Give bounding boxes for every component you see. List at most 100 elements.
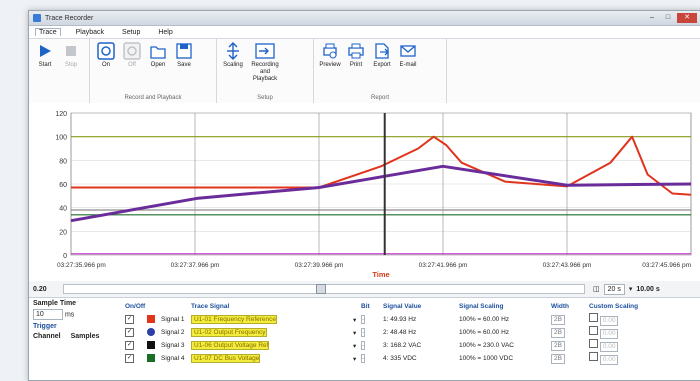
- x-tick-label: 03:27:37.966 pm: [171, 262, 220, 269]
- custom-scaling-checkbox[interactable]: [589, 313, 598, 322]
- bit-field[interactable]: -: [361, 314, 366, 324]
- signal-scaling: 100% = 60.00 Hz: [459, 329, 510, 336]
- x-tick-label: 03:27:45.966 pm: [642, 262, 691, 269]
- bit-field[interactable]: -: [361, 340, 366, 350]
- custom-scaling-field[interactable]: 0.00: [599, 329, 619, 339]
- signal-panel: Sample Time 10 ms Trigger Channel Sample…: [29, 297, 700, 380]
- sample-time-label: Sample Time: [33, 300, 77, 307]
- menu-trace[interactable]: Trace: [35, 28, 61, 36]
- signal-select[interactable]: U1-02 Output Frequency: [191, 328, 267, 337]
- signal-value: 1: 49.93 Hz: [383, 316, 417, 323]
- col-signal-value: Signal Value: [383, 303, 422, 310]
- col-signal-scaling: Signal Scaling: [459, 303, 504, 310]
- custom-scaling-checkbox[interactable]: [589, 339, 598, 348]
- signal-color-swatch[interactable]: [147, 340, 155, 349]
- custom-scaling-field[interactable]: 0.00: [599, 316, 619, 326]
- menu-help[interactable]: Help: [155, 29, 175, 36]
- email-button[interactable]: E-mail: [396, 41, 420, 103]
- signal-checkbox[interactable]: ✓: [125, 341, 134, 350]
- play-icon: [35, 41, 55, 61]
- start-button[interactable]: Start: [33, 41, 57, 103]
- zoom-select[interactable]: 20 s: [603, 283, 625, 295]
- table-row: ✓ Signal 4 U1-07 DC Bus Voltage ▾ - 4: 3…: [125, 352, 697, 365]
- custom-scaling-checkbox[interactable]: [589, 326, 598, 335]
- y-tick-label: 40: [59, 206, 67, 213]
- signal-select[interactable]: U1-07 DC Bus Voltage: [191, 354, 261, 363]
- signal-checkbox[interactable]: ✓: [125, 315, 134, 324]
- col-custom-scaling: Custom Scaling: [589, 303, 639, 310]
- ribbon-group-label: Report: [370, 95, 389, 101]
- custom-scaling-checkbox[interactable]: [589, 352, 598, 361]
- signal-checkbox[interactable]: ✓: [125, 354, 134, 363]
- folder-open-icon: [148, 41, 168, 61]
- width-select[interactable]: 2B: [551, 340, 565, 351]
- table-row: ✓ Signal 2 U1-02 Output Frequency ▾ - 2:…: [125, 326, 697, 339]
- col-onoff: On/Off: [125, 303, 146, 310]
- col-trace-signal: Trace Signal: [191, 303, 230, 310]
- signal-scaling: 100% = 230.0 VAC: [459, 342, 514, 349]
- bit-field[interactable]: -: [361, 353, 366, 363]
- time-slider[interactable]: [63, 284, 585, 294]
- close-icon[interactable]: ✕: [677, 13, 697, 23]
- signal-checkbox[interactable]: ✓: [125, 328, 134, 337]
- preview-button[interactable]: Preview: [318, 41, 342, 103]
- custom-scaling-field[interactable]: 0.00: [599, 355, 619, 365]
- signal-name: Signal 1: [161, 316, 185, 323]
- scaling-button[interactable]: Scaling: [221, 41, 245, 103]
- maximize-icon[interactable]: □: [661, 13, 675, 23]
- recording-playback-button[interactable]: Recording and Playback: [247, 41, 283, 103]
- width-select[interactable]: 2B: [551, 353, 565, 364]
- chevron-down-icon[interactable]: ▾: [353, 329, 361, 337]
- sample-time-unit: ms: [64, 311, 75, 319]
- signal-value: 3: 168.2 VAC: [383, 342, 422, 349]
- window-title: Trace Recorder: [45, 14, 94, 22]
- chevron-down-icon[interactable]: ▾: [353, 316, 361, 324]
- y-tick-label: 120: [55, 111, 67, 118]
- export-button[interactable]: Export: [370, 41, 394, 103]
- slider-thumb[interactable]: [316, 284, 326, 294]
- ribbon-toolbar: Start Stop On Off Open Save Record and P…: [29, 39, 700, 104]
- print-button[interactable]: Print: [344, 41, 368, 103]
- y-tick-label: 20: [59, 229, 67, 236]
- chevron-down-icon[interactable]: ▾: [629, 285, 633, 293]
- width-select[interactable]: 2B: [551, 327, 565, 338]
- ribbon-group-record: On Off Open Save Record and Playback: [90, 39, 217, 103]
- custom-scaling-field[interactable]: 0.00: [599, 342, 619, 352]
- menu-setup[interactable]: Setup: [119, 29, 143, 36]
- app-window: Trace Recorder – □ ✕ Trace Playback Setu…: [28, 10, 700, 381]
- signal-select[interactable]: U1-06 Output Voltage Ref: [191, 341, 270, 350]
- signal-color-swatch[interactable]: [147, 353, 155, 362]
- stop-button[interactable]: Stop: [59, 41, 83, 103]
- app-icon: [33, 14, 41, 22]
- print-preview-icon: [320, 41, 340, 61]
- zoom-icon[interactable]: ◫: [593, 285, 600, 293]
- print-icon: [346, 41, 366, 61]
- signal-value: 4: 335 VDC: [383, 355, 417, 362]
- title-bar: Trace Recorder – □ ✕: [29, 11, 700, 26]
- width-select[interactable]: 2B: [551, 314, 565, 325]
- trace-chart[interactable]: 0 20 40 60 80 100 120 03:27:35.966 pm 03:27:37.9…: [29, 103, 700, 281]
- record-off-button[interactable]: Off: [120, 41, 144, 103]
- signal-name: Signal 3: [161, 342, 185, 349]
- chevron-down-icon[interactable]: ▾: [353, 355, 361, 363]
- scaling-icon: [223, 41, 243, 61]
- y-tick-label: 60: [59, 182, 67, 189]
- open-button[interactable]: Open: [146, 41, 170, 103]
- sample-time-input[interactable]: 10: [33, 309, 63, 320]
- sample-settings: Sample Time 10 ms Trigger Channel Sample…: [33, 300, 121, 340]
- save-button[interactable]: Save: [172, 41, 196, 103]
- x-tick-label: 03:27:41.966 pm: [419, 262, 468, 269]
- x-axis-label: Time: [372, 270, 389, 279]
- slider-value: 0.20: [33, 285, 47, 293]
- time-slider-row: 0.20 ◫ 20 s ▾ 10.00 s: [29, 283, 700, 295]
- minimize-icon[interactable]: –: [645, 13, 659, 23]
- bit-field[interactable]: -: [361, 327, 366, 337]
- chevron-down-icon[interactable]: ▾: [353, 342, 361, 350]
- channel-label: Channel: [33, 333, 61, 340]
- signal-color-swatch[interactable]: [147, 327, 155, 336]
- menu-playback[interactable]: Playback: [73, 29, 107, 36]
- signal-select[interactable]: U1-01 Frequency Reference: [191, 315, 278, 324]
- record-on-button[interactable]: On: [94, 41, 118, 103]
- ribbon-group-label: Setup: [257, 95, 273, 101]
- signal-color-swatch[interactable]: [147, 314, 155, 323]
